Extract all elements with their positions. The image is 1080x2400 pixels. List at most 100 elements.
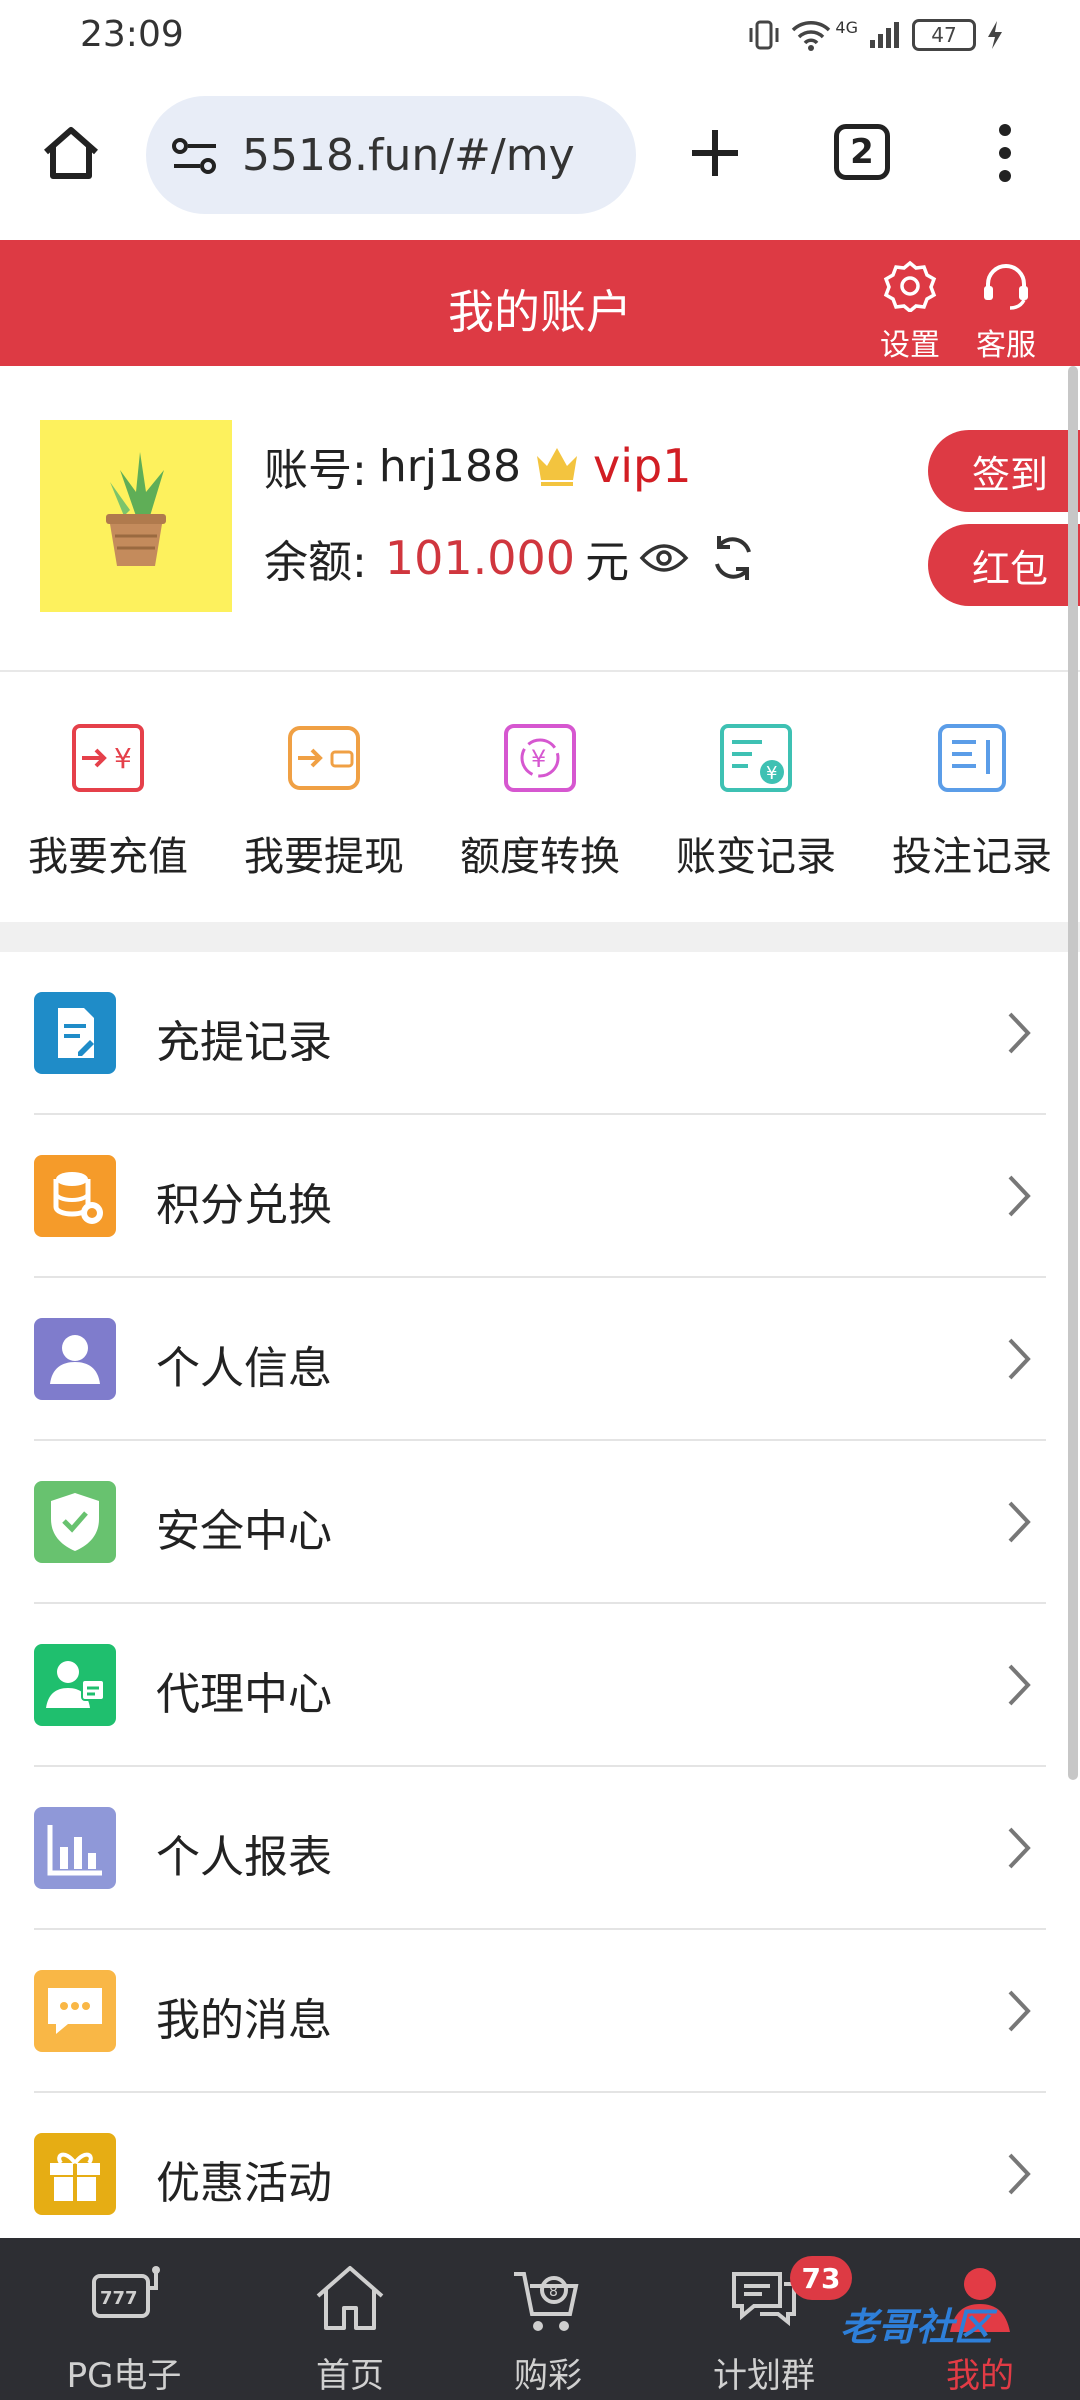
refresh-icon[interactable] — [707, 532, 759, 584]
notification-badge: 73 — [790, 2256, 852, 2300]
profile-card: 账号: hrj188 vip1 余额: 101.000 元 签到 红包 — [0, 366, 1080, 672]
service-label: 客服 — [976, 328, 1036, 363]
site-settings-icon[interactable] — [170, 136, 220, 176]
headset-icon — [984, 264, 1028, 310]
avatar[interactable] — [40, 420, 232, 612]
signal-icon — [870, 22, 899, 48]
slot-machine-icon: 777 — [92, 2266, 160, 2318]
browser-menu-icon[interactable] — [990, 122, 1020, 184]
chevron-right-icon — [1008, 1664, 1031, 1706]
status-bar: 23:09 4G 47 — [0, 0, 1080, 72]
quick-action-withdraw[interactable]: 我要提现 — [216, 722, 432, 882]
battery-icon: 47 — [912, 19, 976, 51]
account-label: 账号: — [264, 445, 367, 496]
nav-pg-electronic[interactable]: 777 PG电子 — [24, 2260, 224, 2397]
address-bar[interactable]: 5518.fun/#/my — [146, 96, 636, 214]
svg-text:¥: ¥ — [766, 763, 777, 784]
nav-home[interactable]: 首页 — [250, 2260, 450, 2397]
quick-action-transfer[interactable]: ¥ 额度转换 — [432, 722, 648, 882]
quick-action-bet-record[interactable]: 投注记录 — [864, 722, 1080, 882]
wifi-icon — [792, 21, 831, 51]
menu-item-label: 我的消息 — [156, 1995, 332, 2046]
account-change-icon: ¥ — [720, 724, 792, 792]
nav-label: 我的 — [946, 2356, 1014, 2396]
menu-item-agent-center[interactable]: 代理中心 — [0, 1604, 1080, 1767]
quick-action-deposit[interactable]: ¥ 我要充值 — [0, 722, 216, 882]
quick-action-account-change[interactable]: ¥ 账变记录 — [648, 722, 864, 882]
account-line: 账号: hrj188 vip1 — [264, 434, 691, 498]
signin-button[interactable]: 签到 — [928, 430, 1080, 512]
nav-label: 计划群 — [713, 2356, 815, 2396]
chevron-right-icon — [1008, 1012, 1031, 1054]
quick-action-label: 账变记录 — [676, 834, 836, 880]
menu-item-personal-info[interactable]: 个人信息 — [0, 1278, 1080, 1441]
transfer-icon: ¥ — [504, 724, 576, 792]
chevron-right-icon — [1008, 1338, 1031, 1380]
chevron-right-icon — [1008, 1501, 1031, 1543]
chevron-right-icon — [1008, 1175, 1031, 1217]
currency-label: 元 — [585, 537, 630, 588]
eye-icon[interactable] — [639, 541, 689, 575]
message-icon — [34, 1970, 116, 2052]
account-name: hrj188 — [378, 440, 522, 492]
charging-icon — [988, 21, 1002, 49]
menu-item-points-exchange[interactable]: 积分兑换 — [0, 1115, 1080, 1278]
gear-icon — [883, 260, 937, 314]
record-icon — [34, 992, 116, 1074]
browser-home-icon[interactable] — [40, 122, 102, 184]
vibrate-icon — [749, 20, 779, 50]
menu-item-label: 积分兑换 — [156, 1180, 332, 1231]
lottery-cart-icon: 8 — [514, 2272, 579, 2331]
red-packet-button[interactable]: 红包 — [928, 524, 1080, 606]
svg-text:777: 777 — [100, 2288, 138, 2309]
withdraw-icon — [288, 726, 360, 790]
nav-label: 首页 — [316, 2356, 384, 2396]
section-divider — [0, 922, 1080, 952]
status-time: 23:09 — [80, 14, 184, 55]
nav-label: PG电子 — [66, 2356, 182, 2396]
deposit-icon: ¥ — [72, 724, 144, 792]
home-icon — [316, 2266, 384, 2330]
menu-item-label: 个人信息 — [156, 1343, 332, 1394]
balance-value: 101.000 — [384, 531, 576, 585]
balance-line: 余额: 101.000 元 — [264, 526, 759, 590]
tab-switcher-button[interactable]: 2 — [834, 124, 890, 180]
svg-text:¥: ¥ — [531, 745, 546, 773]
quick-action-label: 额度转换 — [460, 834, 620, 880]
menu-item-personal-report[interactable]: 个人报表 — [0, 1767, 1080, 1930]
nav-buy-lottery[interactable]: 8 购彩 — [448, 2260, 648, 2397]
scrollbar[interactable] — [1068, 366, 1078, 1780]
menu-item-label: 个人报表 — [156, 1832, 332, 1883]
crown-icon — [537, 448, 578, 486]
menu-item-promotions[interactable]: 优惠活动 — [0, 2093, 1080, 2256]
menu-item-security-center[interactable]: 安全中心 — [0, 1441, 1080, 1604]
agent-icon — [34, 1644, 116, 1726]
new-tab-icon[interactable] — [684, 122, 746, 184]
url-text: 5518.fun/#/my — [242, 130, 575, 181]
vip-level: vip1 — [593, 439, 692, 493]
quick-actions: ¥ 我要充值 我要提现 ¥ 额度转换 ¥ 账变记录 投注记录 — [0, 672, 1080, 922]
potted-plant-icon — [106, 452, 166, 566]
settings-label: 设置 — [880, 328, 940, 363]
svg-text:¥: ¥ — [114, 742, 132, 775]
customer-service-button[interactable]: 客服 — [966, 260, 1046, 364]
watermark: 老哥社区 — [840, 2305, 993, 2349]
menu-item-my-messages[interactable]: 我的消息 — [0, 1930, 1080, 2093]
menu-item-recharge-records[interactable]: 充提记录 — [0, 952, 1080, 1115]
quick-action-label: 我要提现 — [244, 834, 404, 880]
chevron-right-icon — [1008, 1827, 1031, 1869]
status-icons: 4G 47 — [747, 18, 1004, 52]
network-type: 4G — [835, 18, 858, 37]
settings-button[interactable]: 设置 — [870, 260, 950, 364]
points-icon — [34, 1155, 116, 1237]
menu-item-label: 优惠活动 — [156, 2158, 332, 2209]
chevron-right-icon — [1008, 1990, 1031, 2032]
menu-item-label: 代理中心 — [156, 1669, 332, 1720]
balance-label: 余额: — [264, 537, 367, 588]
chart-icon — [34, 1807, 116, 1889]
svg-text:8: 8 — [549, 2284, 558, 2300]
gift-icon — [34, 2133, 116, 2215]
chevron-right-icon — [1008, 2153, 1031, 2195]
quick-action-label: 投注记录 — [892, 834, 1052, 880]
tab-count: 2 — [850, 132, 874, 172]
